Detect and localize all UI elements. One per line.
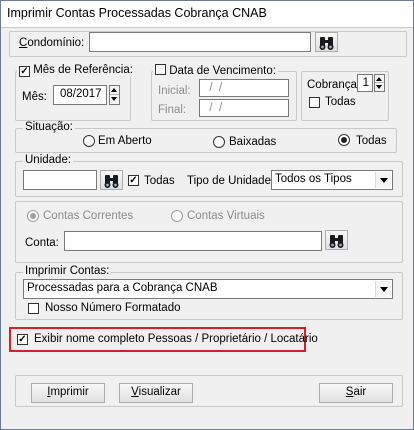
contas-correntes-radio[interactable] xyxy=(27,210,39,222)
binoculars-icon xyxy=(104,175,119,188)
situacao-em-aberto-radio[interactable] xyxy=(83,135,95,147)
condominio-search-button[interactable] xyxy=(315,32,338,52)
imprimir-contas-select[interactable]: Processadas para a Cobrança CNAB xyxy=(23,279,393,299)
data-vencimento-legend: Data de Vencimento: xyxy=(153,64,278,77)
mes-referencia-checkbox[interactable]: ✓ xyxy=(19,66,30,77)
cobranca-todas-checkbox[interactable] xyxy=(309,97,320,108)
binoculars-icon xyxy=(329,235,344,248)
situacao-baixadas-label: Baixadas xyxy=(229,136,277,148)
contas-virtuais-label: Contas Virtuais xyxy=(187,210,265,222)
cobranca-label: Cobrança: xyxy=(307,79,361,91)
situacao-todas-radio[interactable] xyxy=(338,134,350,146)
window-title: Imprimir Contas Processadas Cobrança CNA… xyxy=(7,6,267,20)
imprimir-button[interactable]: Imprimir xyxy=(31,383,105,403)
chevron-down-icon xyxy=(375,172,391,188)
nosso-numero-label: Nosso Número Formatado xyxy=(45,302,181,314)
condominio-label: Condomínio: xyxy=(19,37,85,49)
binoculars-icon xyxy=(319,37,334,50)
imprimir-contas-value: Processadas para a Cobrança CNAB xyxy=(27,282,218,294)
tipo-unidade-select[interactable]: Todos os Tipos xyxy=(271,170,393,190)
mes-label: Mês: xyxy=(22,91,47,103)
unidade-input[interactable] xyxy=(23,170,97,190)
data-vencimento-label: Data de Vencimento: xyxy=(169,65,276,77)
mes-spinner[interactable] xyxy=(109,85,120,105)
exibir-nome-checkbox[interactable]: ✓ xyxy=(17,334,28,345)
mes-referencia-label: Mês de Referência: xyxy=(33,64,133,76)
inicial-label: Inicial: xyxy=(158,85,191,97)
nosso-numero-checkbox[interactable] xyxy=(28,303,39,314)
conta-label: Conta: xyxy=(25,237,59,249)
situacao-todas-label: Todas xyxy=(356,135,387,147)
tipo-unidade-value: Todos os Tipos xyxy=(275,173,352,185)
conta-input[interactable] xyxy=(64,231,322,251)
imprimir-contas-legend: Imprimir Contas: xyxy=(23,265,112,277)
visualizar-button[interactable]: Visualizar xyxy=(119,383,193,403)
unidade-legend: Unidade: xyxy=(23,154,74,166)
situacao-legend: Situação: xyxy=(23,121,75,133)
conta-search-button[interactable] xyxy=(325,230,348,250)
unidade-search-button[interactable] xyxy=(100,170,123,190)
contas-correntes-label: Contas Correntes xyxy=(43,210,134,222)
final-label: Final: xyxy=(158,104,187,116)
sair-button[interactable]: Sair xyxy=(319,383,393,403)
cobranca-spinner[interactable] xyxy=(374,74,385,92)
unidade-todas-label: Todas xyxy=(144,175,175,187)
situacao-em-aberto-label: Em Aberto xyxy=(98,135,152,147)
unidade-todas-checkbox[interactable]: ✓ xyxy=(128,175,139,186)
contas-virtuais-radio[interactable] xyxy=(171,210,183,222)
inicial-input[interactable]: / / xyxy=(199,79,289,97)
condominio-input[interactable] xyxy=(89,32,311,52)
title-bar: Imprimir Contas Processadas Cobrança CNA… xyxy=(1,1,413,28)
cobranca-todas-label: Todas xyxy=(325,96,356,108)
final-input[interactable]: / / xyxy=(199,99,289,117)
exibir-nome-label: Exibir nome completo Pessoas / Proprietá… xyxy=(34,333,318,345)
situacao-baixadas-radio[interactable] xyxy=(213,136,225,148)
mes-referencia-legend: ✓ Mês de Referência: xyxy=(17,64,135,77)
mes-input[interactable]: 08/2017 xyxy=(53,85,107,105)
cobranca-input[interactable]: 1 xyxy=(357,74,373,92)
data-vencimento-checkbox[interactable] xyxy=(155,64,166,75)
dialog-window: Imprimir Contas Processadas Cobrança CNA… xyxy=(0,0,414,430)
tipo-unidade-label: Tipo de Unidade: xyxy=(187,175,275,187)
chevron-down-icon xyxy=(375,281,391,297)
